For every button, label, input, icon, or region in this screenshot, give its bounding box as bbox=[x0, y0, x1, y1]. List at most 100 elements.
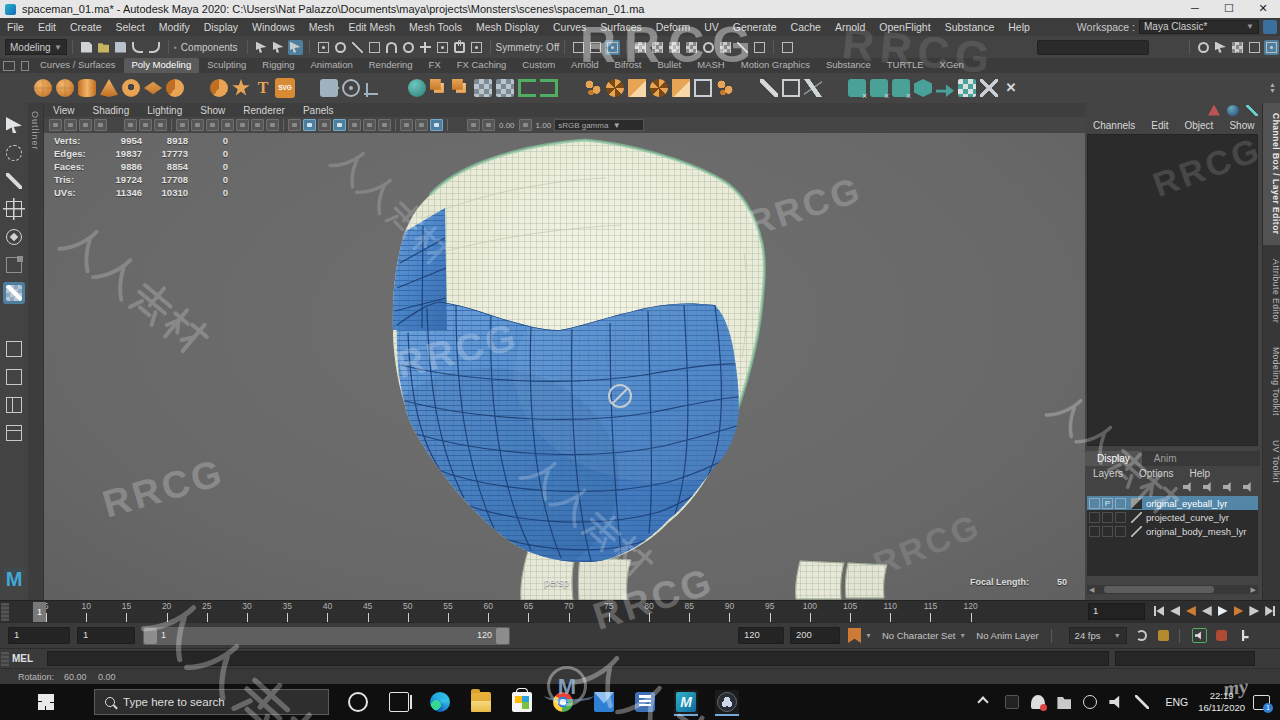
booleans-icon[interactable] bbox=[451, 78, 471, 98]
dots-icon[interactable] bbox=[715, 78, 735, 98]
layer-swatch[interactable] bbox=[1131, 512, 1142, 523]
task-view-icon[interactable] bbox=[387, 690, 411, 714]
symmetry-label[interactable]: Symmetry: Off bbox=[496, 42, 560, 53]
menu-item[interactable]: Substance bbox=[938, 21, 1002, 33]
channel-menu-item[interactable]: Object bbox=[1177, 120, 1222, 131]
vp-wireframe-on-shaded-icon[interactable] bbox=[430, 119, 443, 131]
sep[interactable] bbox=[187, 78, 207, 98]
shelf-tab[interactable]: Curves / Surfaces bbox=[32, 58, 124, 73]
menu-item[interactable]: Display bbox=[197, 21, 245, 33]
menu-item[interactable]: Cache bbox=[784, 21, 828, 33]
shelf-tab[interactable]: FX Caching bbox=[449, 58, 515, 73]
vp-isolate-icon[interactable] bbox=[400, 119, 413, 131]
layer-swatch[interactable] bbox=[1131, 526, 1142, 537]
vp-gate-icon[interactable] bbox=[221, 119, 234, 131]
menu-item[interactable]: Help bbox=[1001, 21, 1037, 33]
vp-shadows-icon[interactable] bbox=[363, 119, 376, 131]
layer-editor-tab[interactable]: Anim bbox=[1142, 451, 1189, 466]
layer-editor-tab[interactable]: Display bbox=[1085, 451, 1142, 466]
playback-end-field[interactable]: 120 bbox=[738, 627, 784, 644]
grid-teal-icon[interactable] bbox=[957, 78, 977, 98]
character-set-icon[interactable] bbox=[1208, 105, 1220, 116]
vp-lights-icon[interactable] bbox=[348, 119, 361, 131]
xgen-icon[interactable] bbox=[735, 40, 750, 55]
range-handle-left[interactable] bbox=[144, 628, 157, 644]
timeline-grip[interactable] bbox=[1, 603, 9, 621]
animation-end-field[interactable]: 200 bbox=[790, 627, 840, 644]
cortana-icon[interactable] bbox=[346, 690, 370, 714]
vp-film-icon[interactable] bbox=[191, 119, 204, 131]
maximize-button[interactable]: ☐ bbox=[1212, 0, 1246, 18]
menu-item[interactable]: Mesh bbox=[302, 21, 342, 33]
volume-icon[interactable] bbox=[1108, 694, 1124, 710]
edge-icon[interactable] bbox=[428, 690, 452, 714]
vp-shaded-icon[interactable] bbox=[303, 119, 316, 131]
anim-layer-dropdown[interactable]: No Anim Layer bbox=[976, 630, 1038, 641]
viewport-menu-item[interactable]: Show bbox=[191, 105, 234, 116]
menu-item[interactable]: Curves bbox=[546, 21, 593, 33]
menu-item[interactable]: Modify bbox=[152, 21, 197, 33]
vertical-tab[interactable]: UV Toolkit bbox=[1263, 430, 1280, 493]
layout-two[interactable] bbox=[3, 394, 25, 416]
prim-small-icon[interactable] bbox=[583, 78, 603, 98]
paint-select-tool[interactable] bbox=[3, 170, 25, 192]
poly-cone-icon[interactable] bbox=[99, 78, 119, 98]
vp-cam2-icon[interactable] bbox=[79, 119, 92, 131]
vp-ao-icon[interactable] bbox=[154, 119, 167, 131]
hypershade-icon[interactable] bbox=[650, 40, 665, 55]
toon-icon[interactable] bbox=[718, 40, 733, 55]
snap-view-icon[interactable] bbox=[384, 40, 399, 55]
delete-x-icon[interactable]: ✕ bbox=[1001, 78, 1021, 98]
display-layer-icon[interactable] bbox=[780, 40, 795, 55]
sep[interactable] bbox=[825, 78, 845, 98]
character-controls-icon[interactable] bbox=[1196, 40, 1211, 55]
new-scene-icon[interactable] bbox=[79, 40, 94, 55]
shelf-tab[interactable]: Bullet bbox=[650, 58, 690, 73]
shelf-tab[interactable]: Arnold bbox=[563, 58, 606, 73]
tray-chevron-icon[interactable]: ︿ bbox=[978, 696, 989, 707]
menu-item[interactable]: Edit bbox=[31, 21, 63, 33]
go-to-end-button[interactable] bbox=[1263, 604, 1277, 618]
sculpt-tool[interactable] bbox=[3, 282, 25, 304]
character-set-dropdown[interactable]: No Character Set bbox=[882, 630, 955, 641]
channel-box-empty[interactable] bbox=[1087, 134, 1258, 446]
lasso-tool[interactable] bbox=[3, 142, 25, 164]
save-scene-icon[interactable] bbox=[113, 40, 128, 55]
sphere-icon[interactable] bbox=[1227, 105, 1239, 116]
file-explorer-icon[interactable] bbox=[469, 690, 493, 714]
mail-icon[interactable] bbox=[592, 690, 616, 714]
fps-dropdown[interactable]: 24 fps▼ bbox=[1069, 627, 1127, 644]
current-frame-marker[interactable]: 1 bbox=[33, 602, 46, 622]
menu-item[interactable]: OpenFlight bbox=[872, 21, 937, 33]
axis-origin-icon[interactable] bbox=[363, 78, 383, 98]
shelf-tab[interactable]: Bifrost bbox=[607, 58, 650, 73]
playblast-icon[interactable] bbox=[1156, 628, 1171, 643]
mel-label[interactable]: MEL bbox=[12, 653, 33, 664]
pen-icon[interactable] bbox=[1134, 694, 1150, 710]
vertical-tab[interactable]: Channel Box / Layer Editor bbox=[1263, 103, 1280, 245]
render-current-icon[interactable] bbox=[588, 40, 603, 55]
vp-fieldchart-icon[interactable] bbox=[251, 119, 264, 131]
vp-exposure-icon[interactable] bbox=[467, 119, 480, 131]
select-tool[interactable] bbox=[3, 114, 25, 136]
viewport-menu-item[interactable]: Renderer bbox=[234, 105, 294, 116]
shelf-scroll-arrows[interactable]: ▲▼ bbox=[1269, 82, 1276, 94]
snap-plane-icon[interactable] bbox=[367, 40, 382, 55]
select-hierarchy-icon[interactable] bbox=[254, 40, 269, 55]
grid-mesh-icon[interactable] bbox=[473, 78, 493, 98]
vp-safeaction-icon[interactable] bbox=[266, 119, 279, 131]
layer-menu-item[interactable]: Help bbox=[1181, 468, 1218, 479]
snap-grid-icon[interactable] bbox=[316, 40, 331, 55]
ipr-render-icon[interactable] bbox=[605, 40, 620, 55]
vp-wire-icon[interactable] bbox=[288, 119, 301, 131]
target-weld-icon[interactable] bbox=[847, 78, 867, 98]
menu-item[interactable]: Create bbox=[63, 21, 109, 33]
playback-loop-icon[interactable] bbox=[1134, 628, 1149, 643]
render-settings-icon[interactable] bbox=[633, 40, 648, 55]
sep[interactable] bbox=[737, 78, 757, 98]
vp-light-icon[interactable] bbox=[124, 119, 137, 131]
layout-outliner[interactable] bbox=[3, 422, 25, 444]
layer-swatch[interactable] bbox=[1131, 498, 1142, 509]
mirror-right-icon[interactable] bbox=[539, 78, 559, 98]
menu-item[interactable]: File bbox=[0, 21, 31, 33]
